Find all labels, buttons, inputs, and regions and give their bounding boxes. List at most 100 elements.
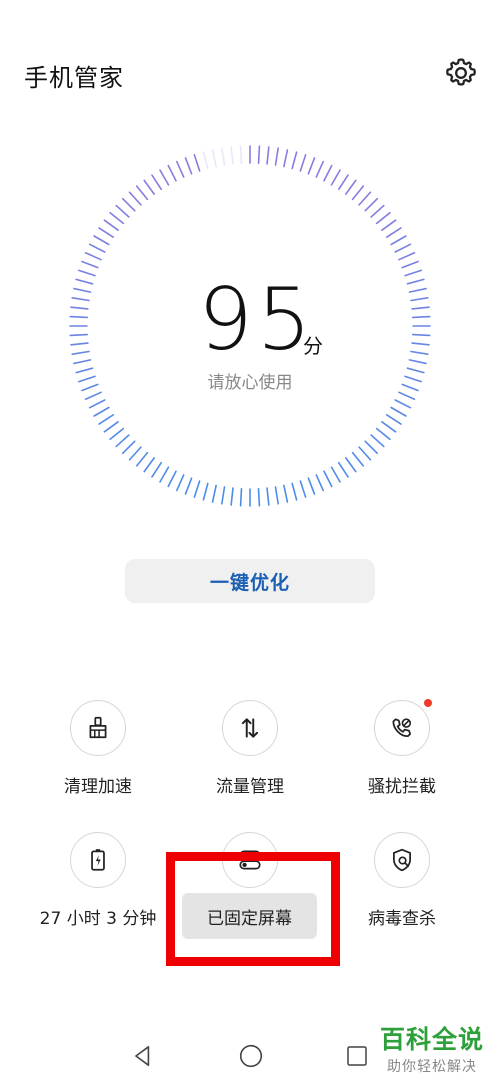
gauge-tick <box>351 451 365 467</box>
gauge-tick <box>266 146 270 165</box>
gauge-tick <box>143 457 155 473</box>
shield-search-icon <box>393 848 411 872</box>
gauge-tick <box>394 399 412 409</box>
gauge-tick <box>202 482 209 501</box>
highlight-box <box>166 852 340 966</box>
gauge-tick <box>351 185 365 201</box>
tile-label: 27 小时 3 分钟 <box>39 909 157 929</box>
gauge-tick <box>69 315 89 319</box>
gauge-tick <box>211 484 217 503</box>
gauge-tick <box>239 145 243 165</box>
tile-icon-circle <box>222 700 278 756</box>
gauge-tick <box>398 251 416 261</box>
gauge-tick <box>323 164 333 182</box>
tile-battery[interactable]: 27 小时 3 分钟 <box>18 832 178 929</box>
gauge-tick <box>175 474 185 492</box>
gauge-tick <box>184 477 193 495</box>
score-unit: 分 <box>303 334 323 358</box>
tile-harassment-block[interactable]: 骚扰拦截 <box>322 699 482 797</box>
gauge-tick <box>337 174 349 191</box>
gauge-tick <box>103 421 119 433</box>
gauge-tick <box>291 151 298 170</box>
gauge-tick <box>175 160 185 178</box>
blocked-call-icon <box>392 718 412 737</box>
gauge-tick <box>345 179 357 195</box>
gauge-tick <box>88 243 106 253</box>
gauge-tick <box>404 269 422 277</box>
gauge-tick <box>323 470 333 488</box>
gauge-tick <box>370 204 385 218</box>
tile-icon-circle <box>374 699 432 756</box>
gauge-tick <box>337 461 349 478</box>
gauge-tick <box>291 482 298 501</box>
gauge-tick <box>151 461 163 478</box>
gauge-tick <box>109 427 125 441</box>
gauge-tick <box>358 191 372 206</box>
gauge-tick <box>184 157 193 175</box>
gauge-tick <box>84 391 102 401</box>
gauge-tick <box>381 421 397 433</box>
gauge-tick <box>98 227 115 239</box>
gauge-tick <box>93 235 110 246</box>
tile-virus-scan[interactable]: 病毒查杀 <box>322 832 482 929</box>
gauge-tick <box>385 413 402 425</box>
gauge-tick <box>381 219 397 231</box>
gauge-tick <box>221 147 226 166</box>
gauge-tick <box>283 484 289 503</box>
gear-icon[interactable] <box>444 56 478 90</box>
tile-cleanup[interactable]: 清理加速 <box>18 700 178 797</box>
gauge-tick <box>274 147 279 166</box>
gauge-tick <box>385 227 402 239</box>
gauge-tick <box>128 446 142 461</box>
tile-icon-circle <box>374 832 430 888</box>
gauge-tick <box>143 179 155 195</box>
gauge-tick <box>398 391 416 401</box>
tile-label: 病毒查杀 <box>368 909 436 929</box>
gauge-tick <box>364 197 379 212</box>
tile-label: 清理加速 <box>64 777 132 797</box>
data-arrows-icon <box>241 718 259 738</box>
tile-label: 骚扰拦截 <box>368 777 436 797</box>
watermark-subtitle: 助你轻松解决 <box>387 1059 477 1075</box>
gauge-tick <box>283 149 289 168</box>
home-icon[interactable] <box>238 1043 264 1069</box>
gauge-tick <box>128 191 142 206</box>
gauge-tick <box>151 174 163 191</box>
gauge-tick <box>121 197 136 212</box>
gauge-tick <box>135 185 149 201</box>
gauge-tick <box>330 466 341 483</box>
tile-icon-circle <box>70 700 126 756</box>
gauge-tick <box>167 470 177 488</box>
gauge-tick <box>345 457 357 473</box>
recent-apps-icon[interactable] <box>345 1044 369 1068</box>
gauge-tick <box>411 342 430 346</box>
gauge-tick <box>274 486 279 505</box>
gauge-tick <box>358 446 372 461</box>
back-icon[interactable] <box>130 1043 156 1069</box>
gauge-tick <box>115 434 130 448</box>
gauge-tick <box>88 399 106 409</box>
optimize-button[interactable]: 一键优化 <box>125 559 375 603</box>
gauge-tick <box>70 342 89 346</box>
tile-label: 流量管理 <box>216 777 284 797</box>
gauge-tick <box>193 480 201 498</box>
gauge-tick <box>411 315 431 319</box>
gauge-tick <box>93 406 110 417</box>
gauge-tick <box>230 487 234 506</box>
gauge-tick <box>78 269 96 277</box>
gauge-tick <box>408 287 427 293</box>
gauge-tick <box>109 211 125 225</box>
notification-badge <box>424 699 432 707</box>
tile-icon-circle <box>70 832 126 888</box>
gauge-tick <box>75 278 94 285</box>
gauge-tick <box>315 160 325 178</box>
gauge-tick <box>103 219 119 231</box>
gauge-tick <box>71 350 90 355</box>
gauge-tick <box>401 260 419 269</box>
gauge-tick <box>364 440 379 455</box>
gauge-tick <box>84 251 102 261</box>
gauge-tick <box>73 287 92 293</box>
gauge-tick <box>230 146 234 165</box>
gauge-tick <box>211 149 217 168</box>
tile-data-usage[interactable]: 流量管理 <box>170 700 330 797</box>
